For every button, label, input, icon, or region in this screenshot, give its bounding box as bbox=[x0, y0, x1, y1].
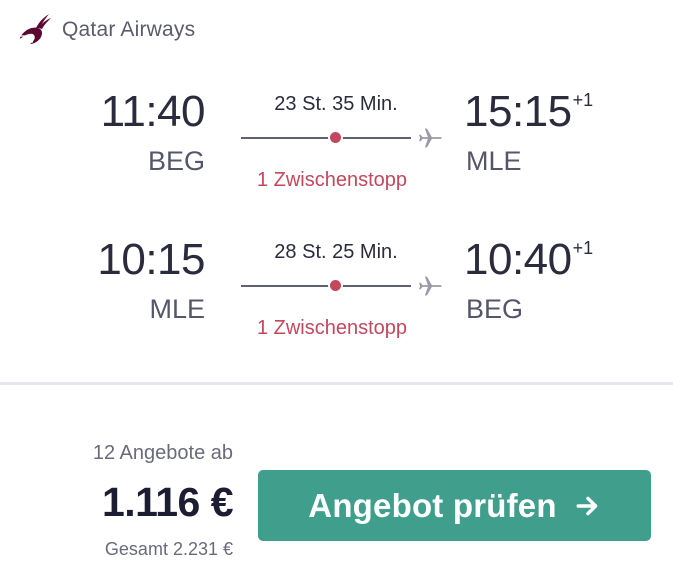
route-line bbox=[241, 285, 411, 287]
airplane-icon bbox=[419, 128, 442, 148]
stops-label: 1 Zwischenstopp bbox=[256, 169, 408, 191]
arrow-right-icon bbox=[576, 496, 598, 515]
offers-count: 12 Angebote ab bbox=[92, 442, 233, 464]
flight-duration: 23 St. 35 Min. bbox=[274, 93, 398, 115]
arrival-airport: BEG bbox=[466, 294, 524, 324]
view-deal-label: Angebot prüfen bbox=[308, 486, 557, 524]
arrival-time: 15:15 bbox=[464, 87, 572, 136]
airplane-icon bbox=[419, 276, 442, 296]
view-deal-button[interactable]: Angebot prüfen bbox=[258, 470, 651, 541]
arrival-airport: MLE bbox=[466, 146, 522, 176]
arrival-time-wrap: 10:40+1 bbox=[464, 238, 593, 282]
stops-label: 1 Zwischenstopp bbox=[256, 317, 408, 339]
flight-leg-outbound[interactable]: 11:40 BEG 23 St. 35 Min. 1 Zwischenstopp… bbox=[0, 84, 673, 194]
arrival-time-wrap: 15:15+1 bbox=[464, 90, 593, 134]
stop-dot-icon bbox=[328, 130, 343, 145]
flight-leg-return[interactable]: 10:15 MLE 28 St. 25 Min. 1 Zwischenstopp… bbox=[0, 232, 673, 342]
flight-duration: 28 St. 25 Min. bbox=[274, 241, 398, 263]
departure-airport: BEG bbox=[147, 146, 205, 176]
departure-airport: MLE bbox=[149, 294, 205, 324]
day-offset: +1 bbox=[572, 238, 594, 258]
price: 1.116 € bbox=[101, 479, 234, 525]
departure-time: 11:40 bbox=[100, 87, 206, 136]
airline-header: Qatar Airways bbox=[12, 10, 195, 50]
airline-name: Qatar Airways bbox=[62, 18, 196, 41]
total-price: Gesamt 2.231 € bbox=[104, 539, 233, 559]
section-divider bbox=[0, 382, 673, 385]
day-offset: +1 bbox=[572, 90, 594, 110]
route-line bbox=[241, 137, 411, 139]
stop-dot-icon bbox=[328, 278, 343, 293]
arrival-time: 10:40 bbox=[464, 235, 572, 284]
departure-time: 10:15 bbox=[97, 235, 205, 284]
qatar-logo-icon bbox=[15, 14, 51, 44]
